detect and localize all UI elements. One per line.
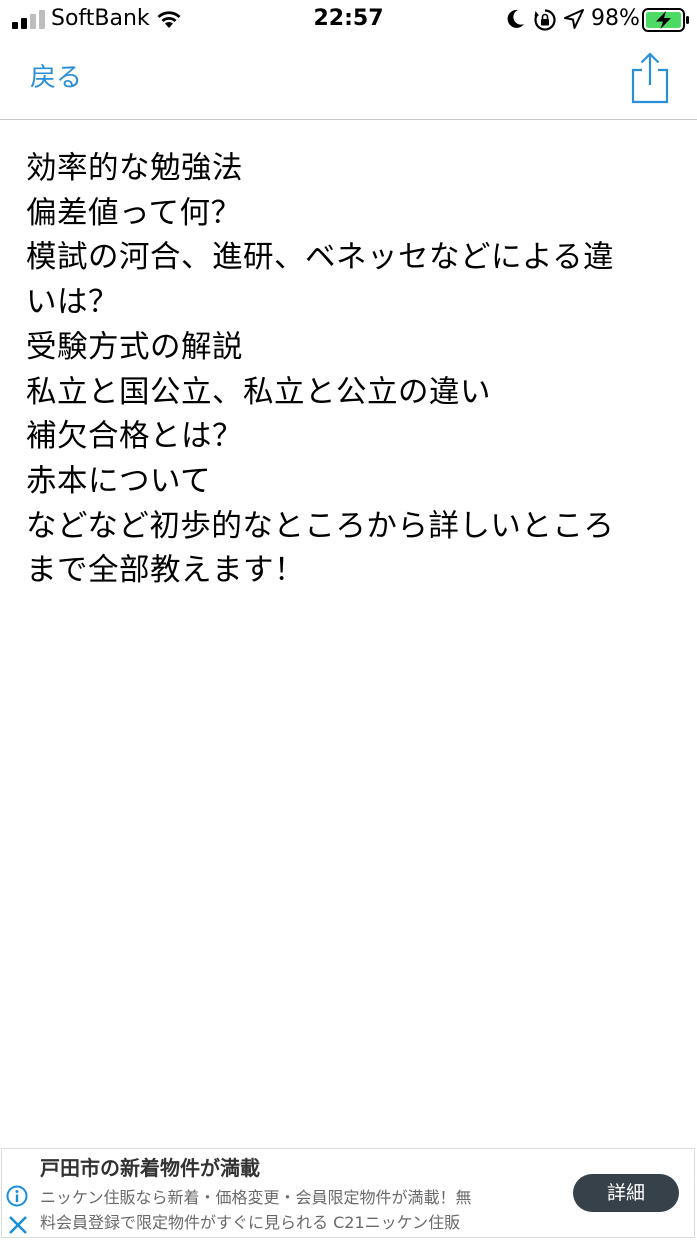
rotation-lock-icon (534, 9, 556, 31)
ad-description-line: ニッケン住販なら新着・価格変更・会員限定物件が満載！無 (40, 1188, 472, 1207)
content-line: いは？ (26, 285, 119, 321)
status-bar: SoftBank 22:57 98% (0, 0, 697, 40)
close-icon[interactable] (8, 1215, 28, 1235)
battery-percent: 98% (591, 6, 640, 31)
content-line: 私立と国公立、私立と公立の違い (26, 374, 491, 410)
article-body: 効率的な勉強法 偏差値って何？ 模試の河合、進研、ベネッセなどによる違 いは？ … (26, 147, 676, 594)
content-line: 補欠合格とは？ (26, 419, 243, 455)
ad-detail-button[interactable]: 詳細 (573, 1174, 679, 1212)
screen: SoftBank 22:57 98% 戻る 効率的な勉強法 偏差値って何？ 模試… (0, 0, 697, 1240)
ad-banner[interactable]: 戸田市の新着物件が満載 ニッケン住販なら新着・価格変更・会員限定物件が満載！無 … (1, 1148, 695, 1238)
info-icon[interactable] (6, 1185, 28, 1207)
ad-description: ニッケン住販なら新着・価格変更・会員限定物件が満載！無 料会員登録で限定物件がす… (40, 1185, 560, 1235)
content-line: 模試の河合、進研、ベネッセなどによる違 (26, 240, 615, 276)
content-line: 効率的な勉強法 (26, 151, 243, 186)
battery-charging-icon (642, 8, 689, 32)
location-icon (564, 9, 584, 29)
navigation-bar: 戻る (0, 40, 697, 120)
share-icon[interactable] (628, 52, 672, 104)
back-button[interactable]: 戻る (30, 62, 82, 94)
content-line: 偏差値って何？ (26, 195, 242, 231)
ad-description-line: 料会員登録で限定物件がすぐに見られる C21ニッケン住販 (40, 1213, 461, 1232)
content-line: 受験方式の解説 (26, 329, 243, 365)
moon-icon (507, 9, 524, 28)
ad-title[interactable]: 戸田市の新着物件が満載 (40, 1156, 260, 1180)
content-line: などなど初歩的なところから詳しいところ (26, 508, 615, 544)
content-line: 赤本について (26, 463, 212, 499)
content-line: まで全部教えます！ (26, 553, 305, 589)
